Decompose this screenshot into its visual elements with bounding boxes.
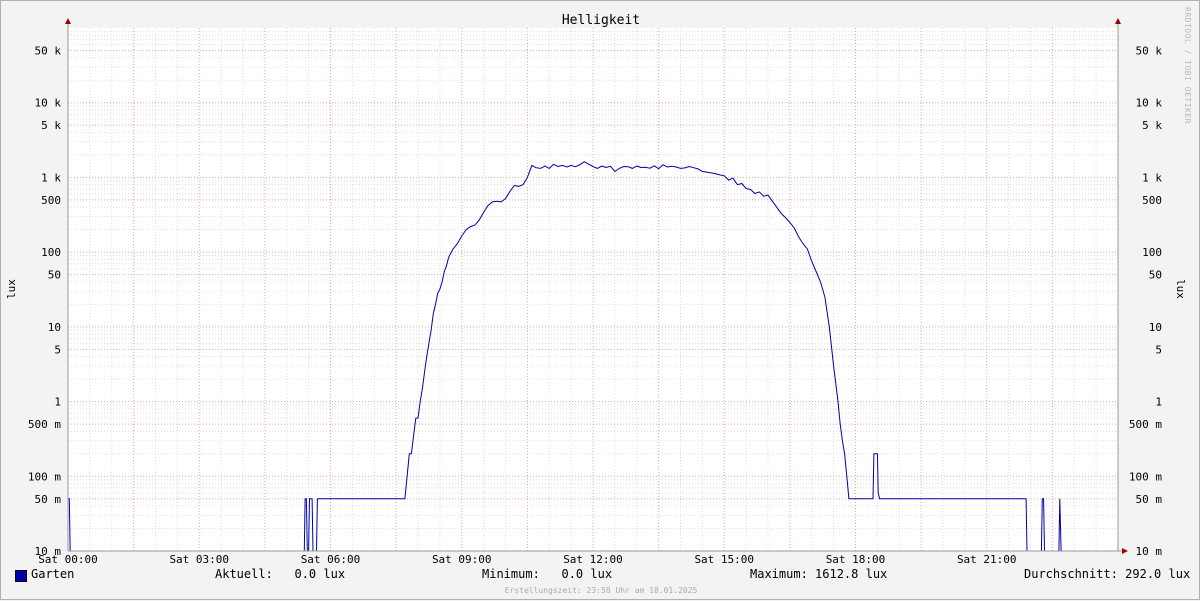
legend-aktuell: Aktuell: 0.0 lux [215, 567, 346, 581]
y-axis-right-arrow [1115, 18, 1121, 24]
y-tick-label-left: 50 k [35, 44, 62, 57]
y-axis-label-right: lux [1174, 279, 1187, 299]
y-tick-label-right: 10 m [1136, 545, 1163, 558]
chart-svg: 50 k 50 k 10 k 10 k 5 k 5 k 1 k 1 k 500 500 100 100… [5, 13, 1187, 566]
x-tick-label: Sat 03:00 [169, 553, 229, 566]
legend-minimum: Minimum: 0.0 lux [482, 567, 613, 581]
legend-swatch [15, 570, 27, 582]
y-tick-label-left: 10 k [35, 97, 62, 110]
y-tick-label-left: 100 [41, 246, 61, 259]
x-axis-arrow [1122, 548, 1128, 554]
y-tick-label-right: 500 m [1129, 418, 1162, 431]
x-tick-label: Sat 15:00 [694, 553, 754, 566]
legend-maximum: Maximum: 1612.8 lux [750, 567, 888, 581]
chart-title: Helligkeit [562, 13, 640, 28]
x-tick-label: Sat 06:00 [301, 553, 361, 566]
legend-durchschnitt: Durchschnitt: 292.0 lux [1024, 567, 1191, 581]
y-tick-label-left: 1 [54, 396, 61, 409]
x-tick-label: Sat 09:00 [432, 553, 492, 566]
chart-frame: 50 k 50 k 10 k 10 k 5 k 5 k 1 k 1 k 500 500 100 100… [0, 0, 1200, 600]
x-tick-label: Sat 21:00 [957, 553, 1017, 566]
y-tick-label-left: 100 m [28, 470, 61, 483]
y-tick-label-right: 1 k [1142, 171, 1162, 184]
y-tick-label-right: 100 [1142, 246, 1162, 259]
footer-timestamp: Erstellungszeit: 23:58 Uhr am 18.01.2025 [504, 586, 698, 595]
y-axis-label-left: lux [5, 279, 18, 299]
legend-series-name: Garten [31, 567, 75, 581]
y-tick-label-right: 100 m [1129, 470, 1162, 483]
y-axis-left-arrow [65, 18, 71, 24]
y-tick-label-right: 5 k [1142, 119, 1162, 132]
x-tick-label: Sat 00:00 [38, 553, 98, 566]
y-tick-label-left: 500 [41, 194, 61, 207]
y-tick-label-left: 500 m [28, 418, 61, 431]
y-tick-label-right: 1 [1155, 396, 1162, 409]
y-tick-label-left: 50 m [35, 493, 62, 506]
y-tick-label-right: 50 k [1136, 44, 1163, 57]
x-tick-label: Sat 18:00 [826, 553, 886, 566]
y-tick-label-left: 5 k [41, 119, 61, 132]
y-tick-label-left: 1 k [41, 171, 61, 184]
watermark: RRDTOOL / TOBI OETIKER [1183, 7, 1192, 124]
y-tick-label-left: 50 [48, 269, 61, 282]
y-tick-label-right: 50 m [1136, 493, 1163, 506]
y-tick-label-left: 10 [48, 321, 61, 334]
x-tick-label: Sat 12:00 [563, 553, 623, 566]
y-tick-label-right: 10 [1149, 321, 1162, 334]
y-tick-label-left: 5 [54, 343, 61, 356]
y-tick-label-right: 500 [1142, 194, 1162, 207]
y-tick-label-right: 5 [1155, 343, 1162, 356]
y-tick-label-right: 10 k [1136, 97, 1163, 110]
y-tick-label-right: 50 [1149, 269, 1162, 282]
